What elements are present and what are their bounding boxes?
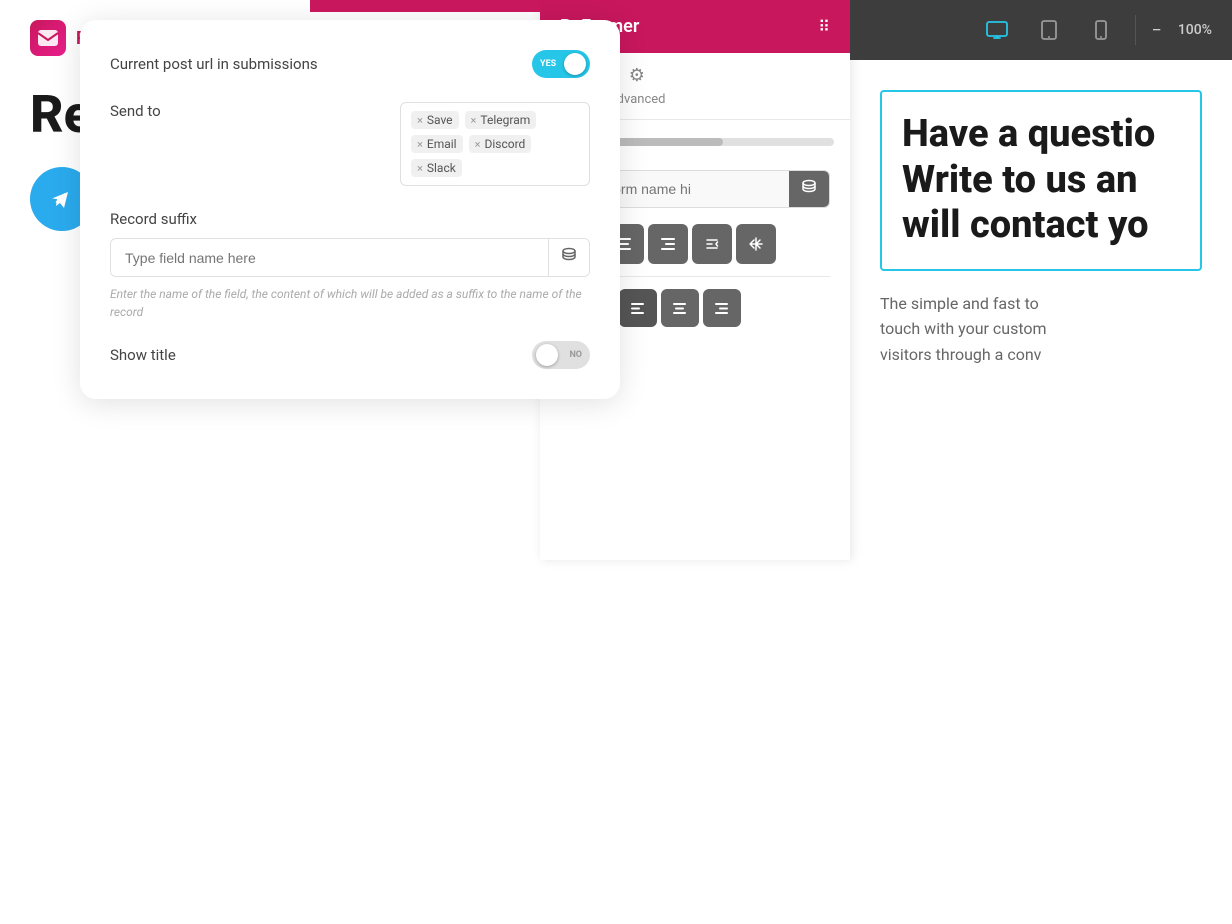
show-title-label: Show title	[110, 346, 176, 364]
compress-btn[interactable]	[736, 224, 776, 264]
tag-email-remove[interactable]: ×	[417, 138, 423, 151]
tag-email: × Email	[411, 135, 463, 153]
tag-email-label: Email	[427, 137, 457, 151]
zoom-level: 100%	[1178, 22, 1212, 38]
record-suffix-section: Record suffix Enter the name of the fiel…	[110, 210, 590, 321]
content-align-center[interactable]	[661, 289, 699, 327]
tag-save-remove[interactable]: ×	[417, 114, 423, 127]
current-post-url-row: Current post url in submissions YES	[110, 50, 590, 78]
preview-heading-box: Have a questio Write to us an will conta…	[880, 90, 1202, 271]
tablet-view-btn[interactable]	[1031, 12, 1067, 48]
preview-heading-line1: Have a questio	[902, 112, 1180, 158]
content-align-left[interactable]	[619, 289, 657, 327]
advanced-icon: ⚙	[629, 65, 645, 86]
show-title-row: Show title NO	[110, 341, 590, 369]
preview-text-line2: touch with your custom	[880, 316, 1202, 342]
red-accent-bar	[310, 0, 540, 12]
preview-heading-line3: will contact yo	[902, 203, 1180, 249]
elementor-toolbar: − 100%	[850, 0, 1232, 60]
toggle-off-knob	[536, 344, 558, 366]
tag-telegram: × Telegram	[465, 111, 537, 129]
record-suffix-input[interactable]	[111, 240, 548, 276]
show-title-toggle[interactable]: NO	[532, 341, 590, 369]
tag-discord-remove[interactable]: ×	[475, 138, 481, 151]
grid-icon[interactable]: ⠿	[818, 17, 830, 36]
form-name-db-icon[interactable]	[789, 171, 829, 207]
tag-discord: × Discord	[469, 135, 532, 153]
preview-heading: Have a questio Write to us an will conta…	[902, 112, 1180, 249]
desktop-view-btn[interactable]	[979, 12, 1015, 48]
record-suffix-db-icon[interactable]	[548, 239, 589, 276]
tag-slack: × Slack	[411, 159, 462, 177]
toolbar-divider	[1135, 15, 1136, 45]
tag-discord-label: Discord	[484, 137, 525, 151]
current-post-url-label: Current post url in submissions	[110, 55, 318, 73]
current-post-url-toggle[interactable]: YES	[532, 50, 590, 78]
record-suffix-input-container	[110, 238, 590, 277]
tag-telegram-remove[interactable]: ×	[471, 114, 477, 127]
justify-btn[interactable]	[692, 224, 732, 264]
send-to-label: Send to	[110, 102, 161, 120]
tag-save-label: Save	[427, 113, 453, 127]
preview-content: Have a questio Write to us an will conta…	[850, 60, 1232, 924]
zoom-out-btn[interactable]: −	[1152, 20, 1162, 41]
preview-area: Have a questio Write to us an will conta…	[850, 60, 1232, 924]
send-to-tags[interactable]: × Save × Telegram × Email × Discord × Sl…	[400, 102, 590, 186]
tag-save: × Save	[411, 111, 459, 129]
toggle-on-label: YES	[540, 59, 556, 69]
content-align-right[interactable]	[703, 289, 741, 327]
mobile-view-btn[interactable]	[1083, 12, 1119, 48]
toggle-on[interactable]: YES	[532, 50, 590, 78]
tag-slack-label: Slack	[427, 161, 456, 175]
preview-body-text: The simple and fast to touch with your c…	[880, 291, 1202, 368]
settings-card: Current post url in submissions YES Send…	[80, 20, 620, 399]
tag-telegram-label: Telegram	[480, 113, 530, 127]
logo-icon	[30, 20, 66, 56]
send-to-row: Send to × Save × Telegram × Email × Disc…	[110, 102, 590, 186]
preview-text-line1: The simple and fast to	[880, 291, 1202, 317]
toggle-off[interactable]: NO	[532, 341, 590, 369]
toggle-off-label: NO	[569, 350, 582, 360]
toggle-knob	[564, 53, 586, 75]
preview-heading-line2: Write to us an	[902, 158, 1180, 204]
preview-text-line3: visitors through a conv	[880, 342, 1202, 368]
record-suffix-label: Record suffix	[110, 210, 590, 228]
align-right-btn[interactable]	[648, 224, 688, 264]
tag-slack-remove[interactable]: ×	[417, 162, 423, 175]
content-align-group	[619, 289, 741, 327]
record-suffix-helper: Enter the name of the field, the content…	[110, 285, 590, 321]
